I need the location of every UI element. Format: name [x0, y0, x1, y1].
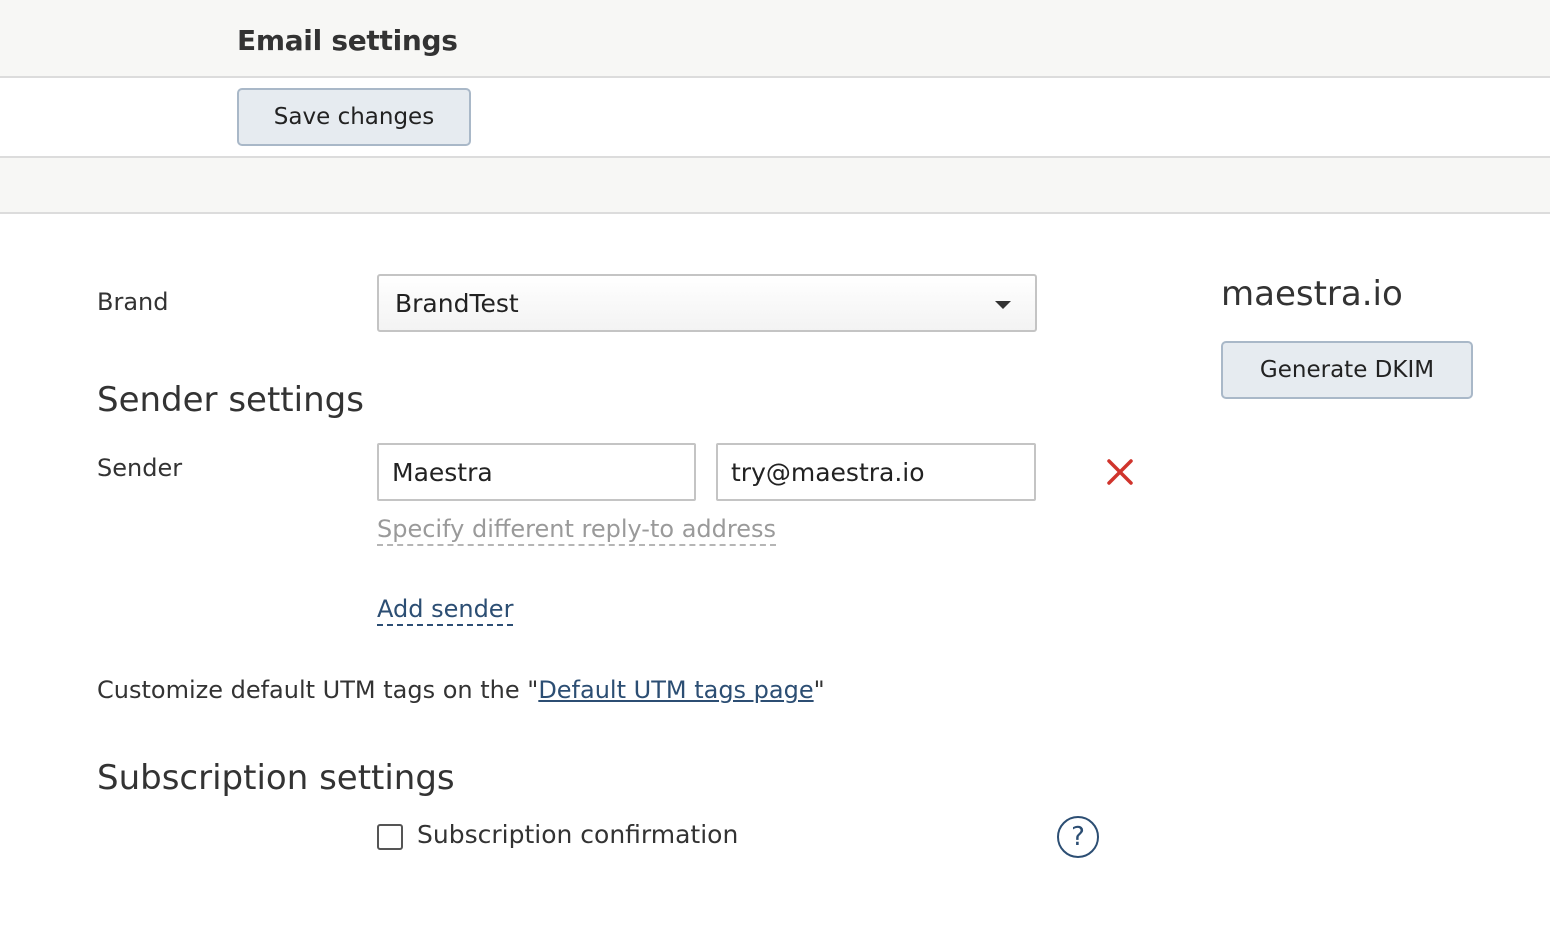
chevron-down-icon	[995, 301, 1011, 309]
save-changes-button[interactable]: Save changes	[237, 88, 471, 146]
toolbar-spacer	[0, 158, 1550, 214]
domain-name: maestra.io	[1221, 274, 1403, 314]
sender-email-input[interactable]	[716, 443, 1036, 501]
subscription-settings-title: Subscription settings	[97, 758, 455, 798]
utm-text-suffix: "	[813, 676, 825, 704]
utm-text: Customize default UTM tags on the "Defau…	[97, 676, 825, 704]
utm-text-prefix: Customize default UTM tags on the "	[97, 676, 539, 704]
close-icon[interactable]	[1104, 456, 1136, 488]
brand-select-value: BrandTest	[395, 289, 519, 318]
header-bar: Email settings	[0, 0, 1550, 78]
page-title: Email settings	[237, 24, 458, 57]
subscription-confirmation-label[interactable]: Subscription confirmation	[417, 820, 738, 849]
sender-label: Sender	[97, 454, 183, 482]
toolbar: Save changes	[0, 78, 1550, 158]
help-icon[interactable]: ?	[1057, 816, 1099, 858]
generate-dkim-button[interactable]: Generate DKIM	[1221, 341, 1473, 399]
brand-label: Brand	[97, 288, 169, 316]
add-sender-link[interactable]: Add sender	[377, 595, 514, 626]
subscription-confirmation-checkbox[interactable]	[377, 824, 403, 850]
reply-to-link[interactable]: Specify different reply-to address	[377, 515, 776, 546]
sender-name-input[interactable]	[377, 443, 696, 501]
brand-select[interactable]: BrandTest	[377, 274, 1037, 332]
sender-settings-title: Sender settings	[97, 380, 364, 420]
default-utm-tags-link[interactable]: Default UTM tags page	[538, 676, 813, 704]
